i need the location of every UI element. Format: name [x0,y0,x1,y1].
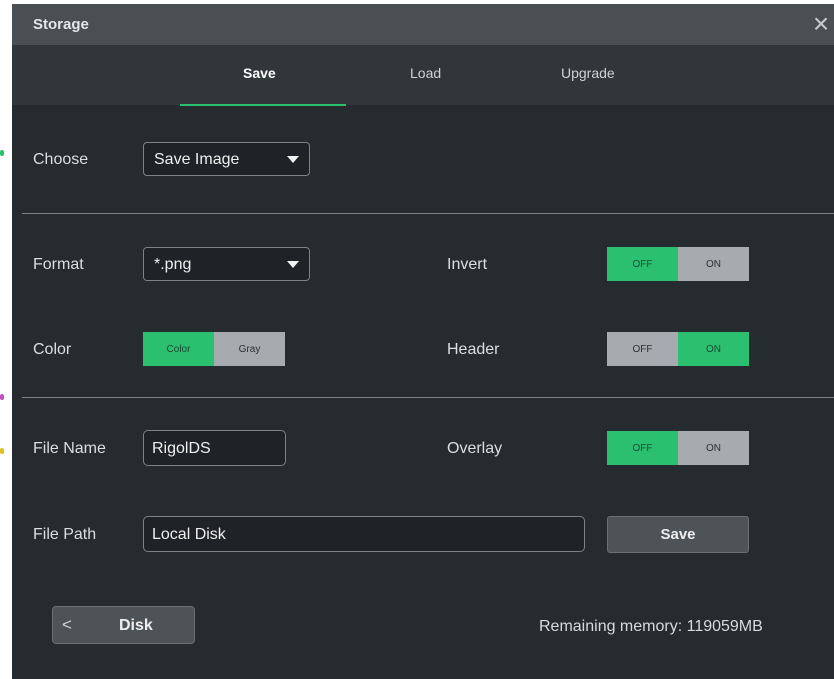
choose-select[interactable]: Save Image [143,142,310,176]
tab-save[interactable]: Save [243,65,276,81]
file-name-label: File Name [33,440,106,457]
choose-value: Save Image [154,151,240,168]
header-on-option[interactable]: ON [678,332,749,366]
file-path-value: Local Disk [152,526,226,543]
file-name-value: RigolDS [152,440,211,457]
divider [22,397,834,398]
overlay-toggle[interactable]: OFF ON [607,431,749,465]
overlay-off-option[interactable]: OFF [607,431,678,465]
caret-down-icon [287,261,299,268]
format-label: Format [33,256,84,273]
format-select[interactable]: *.png [143,247,310,281]
tab-upgrade[interactable]: Upgrade [561,65,615,81]
header-label: Header [447,341,500,358]
edge-marker [0,448,4,454]
choose-label: Choose [33,151,89,168]
file-path-label: File Path [33,526,97,543]
header-toggle[interactable]: OFF ON [607,332,749,366]
title-bar: Storage × [12,4,834,45]
active-tab-indicator [180,104,346,106]
disk-button[interactable]: < Disk [52,606,195,644]
overlay-label: Overlay [447,440,503,457]
invert-toggle[interactable]: OFF ON [607,247,749,281]
overlay-on-option[interactable]: ON [678,431,749,465]
color-label: Color [33,341,72,358]
format-value: *.png [154,256,192,273]
chevron-left-icon: < [62,615,72,634]
file-name-input[interactable]: RigolDS [143,430,286,466]
dialog-title: Storage [33,16,89,33]
file-path-input[interactable]: Local Disk [143,516,585,552]
gray-option[interactable]: Gray [214,332,285,366]
edge-marker [0,150,4,156]
color-toggle[interactable]: Color Gray [143,332,285,366]
header-off-option[interactable]: OFF [607,332,678,366]
color-option[interactable]: Color [143,332,214,366]
invert-on-option[interactable]: ON [678,247,749,281]
divider [22,213,834,214]
save-button[interactable]: Save [607,516,749,553]
tab-bar: Save Load Upgrade [12,45,834,106]
invert-label: Invert [447,256,488,273]
close-icon[interactable]: × [808,10,834,40]
edge-marker [0,394,4,400]
tab-load[interactable]: Load [410,65,441,81]
caret-down-icon [287,156,299,163]
invert-off-option[interactable]: OFF [607,247,678,281]
remaining-memory: Remaining memory: 119059MB [539,618,763,635]
disk-button-label: Disk [119,617,153,634]
storage-dialog: Storage × Save Load Upgrade Choose Save … [12,4,834,679]
